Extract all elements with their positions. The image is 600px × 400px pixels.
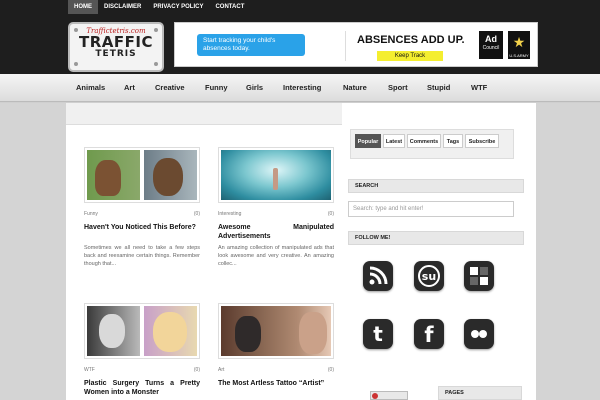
category-interesting[interactable]: Interesting bbox=[283, 83, 321, 92]
squares-icon[interactable] bbox=[464, 261, 494, 291]
posts-area: Funny (0) Haven't You Noticed This Befor… bbox=[66, 103, 342, 400]
army-star-icon: ★ U.S.ARMY bbox=[508, 31, 530, 59]
comment-count[interactable]: (0) bbox=[194, 367, 200, 373]
post-image bbox=[87, 306, 197, 356]
top-navigation: HOME DISCLAIMER PRIVACY POLICY CONTACT bbox=[68, 0, 250, 14]
category-nature[interactable]: Nature bbox=[343, 83, 367, 92]
svg-text:su: su bbox=[422, 270, 436, 283]
face-shape bbox=[153, 312, 187, 352]
screw-dot bbox=[154, 28, 158, 32]
person-shape bbox=[299, 312, 327, 354]
post-meta: Art (0) bbox=[218, 367, 334, 373]
site-logo[interactable]: Traffictetris.com TRAFFIC TETRIS bbox=[68, 22, 164, 72]
post-title-link[interactable]: The Most Artless Tattoo “Artist” bbox=[218, 379, 334, 388]
svg-text:t: t bbox=[373, 322, 383, 346]
category-animals[interactable]: Animals bbox=[76, 83, 105, 92]
post-image bbox=[221, 150, 331, 200]
tab-popular[interactable]: Popular bbox=[355, 134, 381, 148]
left-gutter bbox=[0, 103, 66, 400]
post-thumbnail[interactable] bbox=[84, 147, 200, 203]
ad-title: ABSENCES ADD UP. bbox=[357, 34, 465, 46]
post-title-link[interactable]: Plastic Surgery Turns a Pretty Women int… bbox=[84, 379, 200, 397]
post-title-link[interactable]: Haven't You Noticed This Before? bbox=[84, 223, 200, 232]
horse-shape bbox=[95, 160, 121, 196]
face-shape bbox=[99, 314, 125, 348]
post-category-link[interactable]: Funny bbox=[84, 211, 98, 217]
search-widget-title: SEARCH bbox=[348, 179, 524, 193]
subscribe-badge[interactable] bbox=[370, 391, 408, 400]
ad-bubble: Start tracking your child's absences tod… bbox=[197, 34, 305, 56]
comment-count[interactable]: (0) bbox=[194, 211, 200, 217]
post-meta: Funny (0) bbox=[84, 211, 200, 217]
category-girls[interactable]: Girls bbox=[246, 83, 263, 92]
post-thumbnail[interactable] bbox=[84, 303, 200, 359]
post-title-link[interactable]: Awesome Manipulated Advertisements bbox=[218, 223, 334, 241]
right-gutter bbox=[536, 103, 600, 400]
badge-icon bbox=[372, 393, 378, 399]
nav-contact[interactable]: CONTACT bbox=[209, 0, 250, 14]
category-stupid[interactable]: Stupid bbox=[427, 83, 450, 92]
logo-line1: TRAFFIC bbox=[79, 33, 153, 51]
tab-latest[interactable]: Latest bbox=[383, 134, 405, 148]
post-thumbnail[interactable] bbox=[218, 147, 334, 203]
tab-subscribe[interactable]: Subscribe bbox=[465, 134, 499, 148]
sidebar-tabs: Popular Latest Comments Tags Subscribe bbox=[350, 129, 514, 159]
nav-privacy-policy[interactable]: PRIVACY POLICY bbox=[147, 0, 209, 14]
twitter-icon[interactable]: t bbox=[363, 319, 393, 349]
stumbleupon-icon[interactable]: su bbox=[414, 261, 444, 291]
nav-disclaimer[interactable]: DISCLAIMER bbox=[98, 0, 147, 14]
category-funny[interactable]: Funny bbox=[205, 83, 228, 92]
post-meta: Interesting (0) bbox=[218, 211, 334, 217]
category-art[interactable]: Art bbox=[124, 83, 135, 92]
screw-dot bbox=[74, 28, 78, 32]
post-excerpt: Sometimes we all need to take a few step… bbox=[84, 245, 200, 267]
sidebar: Popular Latest Comments Tags Subscribe S… bbox=[342, 103, 536, 400]
comment-count[interactable]: (0) bbox=[328, 367, 334, 373]
comment-count[interactable]: (0) bbox=[328, 211, 334, 217]
ad-keep-track-button[interactable]: Keep Track bbox=[377, 51, 443, 61]
category-wtf[interactable]: WTF bbox=[471, 83, 487, 92]
ad-divider bbox=[345, 31, 346, 61]
ad-council-logo: Ad Council bbox=[479, 31, 503, 59]
category-sport[interactable]: Sport bbox=[388, 83, 408, 92]
horse-shape bbox=[153, 158, 183, 196]
screw-dot bbox=[154, 62, 158, 66]
flickr-icon[interactable] bbox=[464, 319, 494, 349]
post-category-link[interactable]: Art bbox=[218, 367, 224, 373]
search-input[interactable]: Search: type and hit enter! bbox=[348, 201, 514, 217]
ad-council-text: Ad bbox=[485, 34, 497, 44]
post-image bbox=[87, 150, 197, 200]
rss-icon[interactable] bbox=[363, 261, 393, 291]
ad-council-small: Council bbox=[482, 45, 500, 51]
post-meta: WTF (0) bbox=[84, 367, 200, 373]
post-category-link[interactable]: Interesting bbox=[218, 211, 241, 217]
screw-dot bbox=[74, 62, 78, 66]
category-navigation: Animals Art Creative Funny Girls Interes… bbox=[0, 74, 600, 102]
ad-banner[interactable]: Start tracking your child's absences tod… bbox=[174, 22, 538, 67]
follow-widget-title: FOLLOW ME! bbox=[348, 231, 524, 245]
post-category-link[interactable]: WTF bbox=[84, 367, 95, 373]
tab-comments[interactable]: Comments bbox=[407, 134, 441, 148]
facebook-icon[interactable]: f bbox=[414, 319, 444, 349]
army-text: U.S.ARMY bbox=[509, 53, 529, 58]
pages-widget-title: PAGES bbox=[438, 386, 522, 400]
nav-home[interactable]: HOME bbox=[68, 0, 98, 14]
category-creative[interactable]: Creative bbox=[155, 83, 185, 92]
tab-tags[interactable]: Tags bbox=[443, 134, 463, 148]
content-top-bar bbox=[66, 103, 342, 125]
post-excerpt: An amazing collection of manipulated ads… bbox=[218, 245, 334, 267]
post-thumbnail[interactable] bbox=[218, 303, 334, 359]
svg-text:f: f bbox=[424, 323, 434, 347]
person-shape bbox=[235, 316, 261, 352]
site-header: HOME DISCLAIMER PRIVACY POLICY CONTACT T… bbox=[0, 0, 600, 74]
figure-shape bbox=[273, 168, 278, 190]
post-image bbox=[221, 306, 331, 356]
